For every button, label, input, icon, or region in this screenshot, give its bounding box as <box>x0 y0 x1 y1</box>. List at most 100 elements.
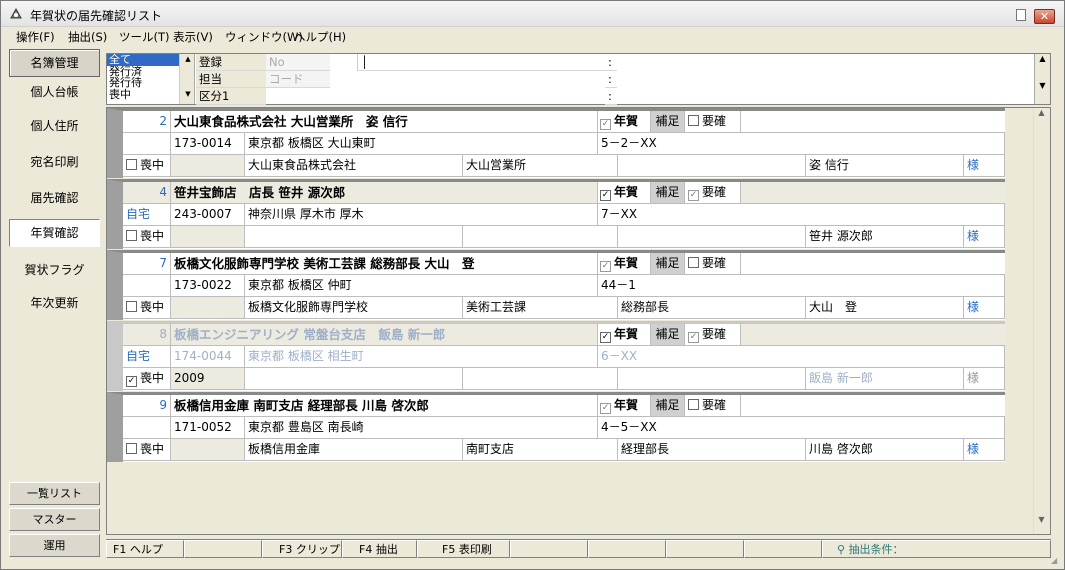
f4-extract-button[interactable]: F4 抽出 <box>342 540 417 558</box>
sidebar-item-nenji-koshin[interactable]: 年次更新 <box>9 290 100 318</box>
filter-scrollbar[interactable]: ▲ ▼ <box>1034 54 1050 104</box>
sidebar: 名簿管理 個人台帳 個人住所 宛名印刷 届先確認 年賀確認 賀状フラグ 年次更新… <box>9 49 100 562</box>
record-number: 2 <box>123 111 171 132</box>
mochu-year <box>171 439 245 460</box>
menu-operation[interactable]: 操作(F) <box>16 29 55 45</box>
checkbox-icon[interactable] <box>126 159 137 170</box>
menu-extract[interactable]: 抽出(S) <box>68 29 107 45</box>
hosoku-button[interactable]: 補足 <box>651 324 685 345</box>
record-card[interactable]: 9 板橋信用金庫 南町支店 経理部長 川島 啓次郎 ✓ 年賀 補足 要確 171-… <box>107 392 1005 462</box>
department <box>463 368 618 389</box>
checkbox-icon[interactable]: ✓ <box>600 403 611 414</box>
filter-label-toroku: 登録 <box>196 54 266 71</box>
person-name: 川島 啓次郎 <box>806 439 964 460</box>
list-scrollbar[interactable]: ▲ ▼ <box>179 54 194 104</box>
title-bar: 年賀状の届先確認リスト ✕ <box>1 1 1064 27</box>
no-field[interactable]: No <box>266 54 330 71</box>
youkaku-check[interactable]: ✓ 要確 <box>685 324 741 345</box>
record-detail: 喪中 大山東食品株式会社 大山営業所 姿 信行 様 <box>123 155 1005 177</box>
youkaku-check[interactable]: 要確 <box>685 111 741 132</box>
sidebar-item-unyo[interactable]: 運用 <box>9 534 100 557</box>
colon: : <box>605 88 617 105</box>
mochu-check[interactable]: 喪中 <box>123 155 171 176</box>
address-line1: 東京都 板橋区 相生町 <box>245 346 598 367</box>
checkbox-icon[interactable]: ✓ <box>688 332 699 343</box>
checkbox-icon[interactable]: ✓ <box>600 332 611 343</box>
sidebar-item-kojin-jusho[interactable]: 個人住所 <box>9 113 100 141</box>
record-number: 4 <box>123 182 171 203</box>
menu-view[interactable]: 表示(V) <box>173 29 213 45</box>
mochu-check[interactable]: ✓ 喪中 <box>123 368 171 389</box>
list-scrollbar[interactable]: ▲ ▼ <box>1033 108 1049 534</box>
youkaku-check[interactable]: 要確 <box>685 395 741 416</box>
address-line1: 東京都 板橋区 仲町 <box>245 275 598 296</box>
f3-clip-button[interactable]: F3 クリップ <box>262 540 342 558</box>
mochu-check[interactable]: 喪中 <box>123 297 171 318</box>
record-name: 板橋信用金庫 南町支店 経理部長 川島 啓次郎 <box>171 395 598 416</box>
checkbox-icon[interactable] <box>126 443 137 454</box>
checkbox-icon[interactable]: ✓ <box>688 190 699 201</box>
checkbox-icon[interactable]: ✓ <box>600 261 611 272</box>
mochu-check[interactable]: 喪中 <box>123 439 171 460</box>
sidebar-item-nenga-kakunin[interactable]: 年賀確認 <box>9 219 100 247</box>
filter-panel: 全て 発行済 発行待 喪中 ▲ ▼ 登録 No │ : 担当 コード : 区分1 … <box>106 53 1051 105</box>
checkbox-icon[interactable] <box>688 257 699 268</box>
sidebar-item-todokesaki[interactable]: 届先確認 <box>9 185 100 213</box>
colon: : <box>605 54 617 71</box>
nenga-check[interactable]: ✓ 年賀 <box>598 111 651 132</box>
mochu-check[interactable]: 喪中 <box>123 226 171 247</box>
sidebar-item-master[interactable]: マスター <box>9 508 100 531</box>
honorific: 様 <box>964 226 1005 247</box>
sidebar-item-meibo[interactable]: 名簿管理 <box>9 49 100 77</box>
youkaku-check[interactable]: ✓ 要確 <box>685 182 741 203</box>
sidebar-item-atena[interactable]: 宛名印刷 <box>9 149 100 177</box>
honorific: 様 <box>964 368 1005 389</box>
hosoku-button[interactable]: 補足 <box>651 111 685 132</box>
department <box>463 226 618 247</box>
nenga-check[interactable]: ✓ 年賀 <box>598 182 651 203</box>
menu-help[interactable]: ヘルプ(H) <box>294 29 346 45</box>
sidebar-item-kojin-daicho[interactable]: 個人台帳 <box>9 79 100 107</box>
hosoku-button[interactable]: 補足 <box>651 253 685 274</box>
checkbox-icon[interactable]: ✓ <box>600 119 611 130</box>
checkbox-icon[interactable] <box>688 115 699 126</box>
nenga-check[interactable]: ✓ 年賀 <box>598 395 651 416</box>
checkbox-icon[interactable] <box>688 399 699 410</box>
hosoku-button[interactable]: 補足 <box>651 182 685 203</box>
hosoku-button[interactable]: 補足 <box>651 395 685 416</box>
checkbox-icon[interactable] <box>126 301 137 312</box>
mochu-year <box>171 226 245 247</box>
code-field[interactable]: コード <box>266 71 330 88</box>
status-filter-list[interactable]: 全て 発行済 発行待 喪中 ▲ ▼ <box>107 54 195 104</box>
close-button[interactable]: ✕ <box>1034 9 1055 24</box>
nenga-check[interactable]: ✓ 年賀 <box>598 324 651 345</box>
record-card[interactable]: 4 笹井宝飾店 店長 笹井 源次郎 ✓ 年賀 補足 ✓ 要確 自宅 243-0007… <box>107 179 1005 249</box>
app-icon <box>10 7 22 19</box>
f1-help-button[interactable]: F1 ヘルプ <box>106 540 184 558</box>
sidebar-item-ichiran[interactable]: 一覧リスト <box>9 482 100 505</box>
record-number: 7 <box>123 253 171 274</box>
menu-window[interactable]: ウィンドウ(W) <box>225 29 303 45</box>
record-card[interactable]: 7 板橋文化服飾専門学校 美術工芸課 総務部長 大山 登 ✓ 年賀 補足 要確 1… <box>107 250 1005 320</box>
person-name: 飯島 新一郎 <box>806 368 964 389</box>
sidebar-item-gajo-flag[interactable]: 賀状フラグ <box>9 257 100 285</box>
checkbox-icon[interactable]: ✓ <box>126 376 137 387</box>
checkbox-icon[interactable] <box>126 230 137 241</box>
menu-bar: 操作(F) 抽出(S) ツール(T) 表示(V) ウィンドウ(W) ヘルプ(H) <box>1 27 1064 45</box>
filter-label-tanto: 担当 <box>196 71 266 88</box>
address-line2: 4－5－XX <box>598 417 1005 438</box>
youkaku-check[interactable]: 要確 <box>685 253 741 274</box>
menu-tools[interactable]: ツール(T) <box>119 29 170 45</box>
record-card[interactable]: 2 大山東食品株式会社 大山営業所 姿 信行 ✓ 年賀 補足 要確 173-001… <box>107 108 1005 178</box>
resize-grip-icon[interactable]: ◢ <box>1051 556 1061 566</box>
checkbox-icon[interactable]: ✓ <box>600 190 611 201</box>
toroku-input[interactable]: │ <box>357 54 605 71</box>
record-header: 8 板橋エンジニアリング 常盤台支店 飯島 新一郎 ✓ 年賀 補足 ✓ 要確 <box>123 324 1005 346</box>
restore-icon[interactable] <box>1016 9 1026 21</box>
record-detail: 喪中 笹井 源次郎 様 <box>123 226 1005 248</box>
address-line2: 5－2－XX <box>598 133 1005 154</box>
f5-print-button[interactable]: F5 表印刷 <box>417 540 510 558</box>
nenga-check[interactable]: ✓ 年賀 <box>598 253 651 274</box>
address-line2: 7－XX <box>598 204 1005 225</box>
record-card[interactable]: 8 板橋エンジニアリング 常盤台支店 飯島 新一郎 ✓ 年賀 補足 ✓ 要確 自宅 … <box>107 321 1005 391</box>
